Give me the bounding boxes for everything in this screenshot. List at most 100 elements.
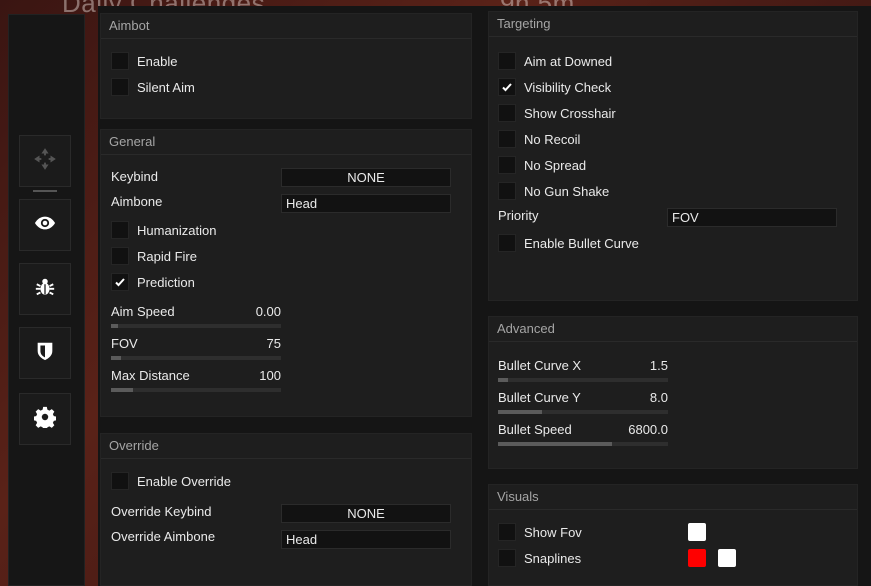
silent-aim-checkbox[interactable] [111, 78, 129, 96]
rapid-fire-checkbox[interactable] [111, 247, 129, 265]
humanization-checkbox-row[interactable]: Humanization [111, 220, 217, 240]
show-fov-label: Show Fov [524, 524, 582, 540]
bullet-speed-slider[interactable]: Bullet Speed 6800.0 [498, 422, 668, 448]
sidebar-item-aimbot[interactable] [19, 135, 71, 192]
enable-checkbox[interactable] [111, 52, 129, 70]
panel-title: General [109, 134, 156, 149]
no-gun-shake-checkbox[interactable] [498, 182, 516, 200]
visuals-panel: Visuals Show Fov Snaplines [488, 484, 858, 586]
enable-checkbox-row[interactable]: Enable [111, 51, 177, 71]
panel-title: Override [109, 438, 159, 453]
visibility-check-label: Visibility Check [524, 79, 612, 95]
keybind-label: Keybind [111, 169, 158, 184]
enable-override-label: Enable Override [137, 473, 231, 489]
visibility-check-checkbox-row[interactable]: Visibility Check [498, 77, 611, 97]
bullet-curve-x-slider[interactable]: Bullet Curve X 1.5 [498, 358, 668, 384]
slider-fill [498, 378, 509, 382]
show-crosshair-checkbox[interactable] [498, 104, 516, 122]
aim-at-downed-label: Aim at Downed [524, 53, 613, 69]
slider-fill [111, 388, 134, 392]
snaplines-checkbox-row[interactable]: Snaplines [498, 548, 581, 568]
override-keybind-button[interactable]: NONE [281, 504, 451, 523]
aimbot-panel: Aimbot Enable Silent Aim [100, 13, 472, 119]
sidebar-item-visuals[interactable] [19, 199, 71, 251]
show-crosshair-checkbox-row[interactable]: Show Crosshair [498, 103, 616, 123]
gear-icon [33, 406, 57, 433]
show-fov-checkbox-row[interactable]: Show Fov [498, 522, 582, 542]
divider [101, 38, 471, 39]
no-gun-shake-checkbox-row[interactable]: No Gun Shake [498, 181, 609, 201]
visibility-check-checkbox[interactable] [498, 78, 516, 96]
eye-icon [34, 212, 56, 239]
aim-speed-slider[interactable]: Aim Speed 0.00 [111, 304, 281, 330]
max-distance-value: 100 [259, 368, 281, 383]
aim-speed-label: Aim Speed [111, 304, 175, 319]
enable-override-checkbox-row[interactable]: Enable Override [111, 471, 231, 491]
show-fov-color-picker[interactable] [688, 523, 706, 541]
enable-override-checkbox[interactable] [111, 472, 129, 490]
slider-track[interactable] [498, 378, 668, 382]
bullet-curve-y-value: 8.0 [649, 390, 668, 405]
aimbone-label: Aimbone [111, 194, 163, 209]
prediction-label: Prediction [137, 274, 195, 290]
snaplines-checkbox[interactable] [498, 549, 516, 567]
slider-fill [111, 324, 118, 328]
snaplines-color-picker-secondary[interactable] [718, 549, 736, 567]
shield-icon [34, 340, 56, 367]
prediction-checkbox[interactable] [111, 273, 129, 291]
slider-track[interactable] [111, 324, 281, 328]
slider-fill [498, 442, 612, 446]
silent-aim-checkbox-row[interactable]: Silent Aim [111, 77, 195, 97]
no-recoil-label: No Recoil [524, 131, 581, 147]
no-spread-checkbox[interactable] [498, 156, 516, 174]
override-keybind-label: Override Keybind [111, 504, 212, 519]
panel-title: Targeting [497, 16, 551, 31]
aim-at-downed-checkbox-row[interactable]: Aim at Downed [498, 51, 612, 71]
enable-label: Enable [137, 53, 178, 69]
humanization-label: Humanization [137, 222, 217, 238]
sidebar-item-settings[interactable] [19, 393, 71, 445]
bullet-curve-y-slider[interactable]: Bullet Curve Y 8.0 [498, 390, 668, 416]
no-recoil-checkbox[interactable] [498, 130, 516, 148]
rapid-fire-checkbox-row[interactable]: Rapid Fire [111, 246, 197, 266]
prediction-checkbox-row[interactable]: Prediction [111, 272, 195, 292]
bullet-speed-value: 6800.0 [628, 422, 668, 437]
silent-aim-label: Silent Aim [137, 79, 195, 95]
panel-title: Visuals [497, 489, 539, 504]
enable-bullet-curve-checkbox-row[interactable]: Enable Bullet Curve [498, 233, 639, 253]
snaplines-label: Snaplines [524, 550, 582, 566]
fov-slider[interactable]: FOV 75 [111, 336, 281, 362]
sidebar-item-misc[interactable] [19, 263, 71, 315]
sidebar [8, 14, 85, 586]
override-panel: Override Enable Override Override Keybin… [100, 433, 472, 586]
snaplines-color-picker-primary[interactable] [688, 549, 706, 567]
fov-label: FOV [111, 336, 138, 351]
max-distance-slider[interactable]: Max Distance 100 [111, 368, 281, 394]
show-fov-checkbox[interactable] [498, 523, 516, 541]
priority-dropdown[interactable]: FOV [667, 208, 837, 227]
fov-value: 75 [266, 336, 281, 351]
humanization-checkbox[interactable] [111, 221, 129, 239]
slider-track[interactable] [111, 388, 281, 392]
slider-track[interactable] [498, 410, 668, 414]
slider-fill [111, 356, 122, 360]
slider-track[interactable] [498, 442, 668, 446]
targeting-panel: Targeting Aim at Downed Visibility Check… [488, 11, 858, 301]
checkmark-icon [502, 83, 512, 92]
override-aimbone-dropdown[interactable]: Head [281, 530, 451, 549]
aimbone-dropdown[interactable]: Head [281, 194, 451, 213]
slider-track[interactable] [111, 356, 281, 360]
no-spread-checkbox-row[interactable]: No Spread [498, 155, 586, 175]
keybind-button[interactable]: NONE [281, 168, 451, 187]
general-panel: General Keybind NONE Aimbone Head Humani… [100, 129, 472, 417]
no-gun-shake-label: No Gun Shake [524, 183, 610, 199]
enable-bullet-curve-checkbox[interactable] [498, 234, 516, 252]
panel-title: Aimbot [109, 18, 150, 33]
sidebar-item-security[interactable] [19, 327, 71, 379]
divider [489, 509, 857, 510]
aim-at-downed-checkbox[interactable] [498, 52, 516, 70]
panel-title: Advanced [497, 321, 555, 336]
divider [489, 36, 857, 37]
menu-window: Aimbot Enable Silent Aim General Keybind… [98, 6, 871, 586]
no-recoil-checkbox-row[interactable]: No Recoil [498, 129, 580, 149]
